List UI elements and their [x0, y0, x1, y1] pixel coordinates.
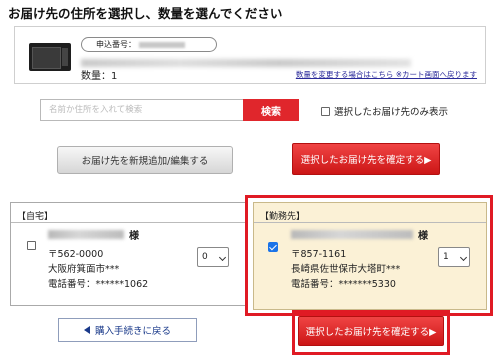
honorific: 様 — [418, 231, 428, 242]
change-quantity-link[interactable]: 数量を変更する場合はこちら ※カート画面へ戻ります — [296, 69, 477, 80]
recipient-name-blurred — [48, 230, 124, 239]
address-card-header: 【自宅】 — [17, 212, 54, 222]
address-text: 長崎県佐世保市大塔町*** — [291, 264, 401, 275]
recipient-name: 様 — [291, 227, 428, 242]
address-card-work[interactable]: 【勤務先】 様 〒857-1161 長崎県佐世保市大塔町*** 電話番号：***… — [253, 202, 487, 310]
divider — [11, 222, 245, 223]
phone-number: 電話番号：*******5330 — [291, 279, 396, 290]
divider — [254, 222, 486, 223]
postal-code: 〒562-0000 — [48, 249, 104, 260]
product-name-blurred — [81, 59, 411, 67]
search-button[interactable]: 検索 — [243, 99, 299, 121]
address-select-checkbox-checked[interactable] — [268, 242, 278, 252]
back-to-checkout-button[interactable]: 購入手続きに戻る — [58, 318, 197, 342]
quantity-select[interactable]: 0 — [197, 247, 229, 267]
search-input[interactable] — [40, 99, 244, 121]
address-card-home[interactable]: 【自宅】 様 〒562-0000 大阪府箕面市*** 電話番号：******10… — [10, 202, 246, 306]
order-number-label: 申込番号： — [96, 40, 136, 49]
product-quantity: 数量：1 — [81, 71, 118, 82]
product-panel: 申込番号： 数量：1 数量を変更する場合はこちら ※カート画面へ戻ります — [14, 26, 486, 84]
quantity-value: 1 — [443, 252, 449, 262]
honorific: 様 — [129, 231, 139, 242]
chevron-down-icon — [459, 253, 468, 262]
quantity-value: 0 — [202, 252, 208, 262]
manage-addresses-button[interactable]: お届け先を新規追加/編集する — [57, 146, 233, 174]
phone-number: 電話番号：******1062 — [48, 279, 149, 290]
confirm-address-button-top[interactable]: 選択したお届け先を確定する▶ — [292, 143, 440, 175]
address-card-header: 【勤務先】 — [260, 212, 306, 222]
selected-only-checkbox[interactable] — [321, 106, 330, 116]
order-number-tag: 申込番号： — [81, 37, 217, 52]
selected-only-toggle[interactable]: 選択したお届け先のみ表示 — [321, 104, 448, 118]
selected-only-label: 選択したお届け先のみ表示 — [334, 107, 449, 118]
address-select-checkbox[interactable] — [27, 241, 36, 250]
recipient-name: 様 — [48, 227, 139, 242]
chevron-down-icon — [218, 253, 227, 262]
page-title: お届け先の住所を選択し、数量を選んでください — [8, 6, 283, 21]
recipient-name-blurred — [291, 230, 413, 239]
order-number-blurred — [139, 41, 185, 48]
address-text: 大阪府箕面市*** — [48, 264, 120, 275]
product-image — [29, 43, 71, 71]
postal-code: 〒857-1161 — [291, 249, 347, 260]
quantity-select[interactable]: 1 — [438, 247, 470, 267]
back-to-checkout-label: 購入手続きに戻る — [94, 326, 171, 337]
confirm-address-button-bottom[interactable]: 選択したお届け先を確定する▶ — [298, 316, 444, 346]
arrow-left-icon — [83, 326, 90, 334]
